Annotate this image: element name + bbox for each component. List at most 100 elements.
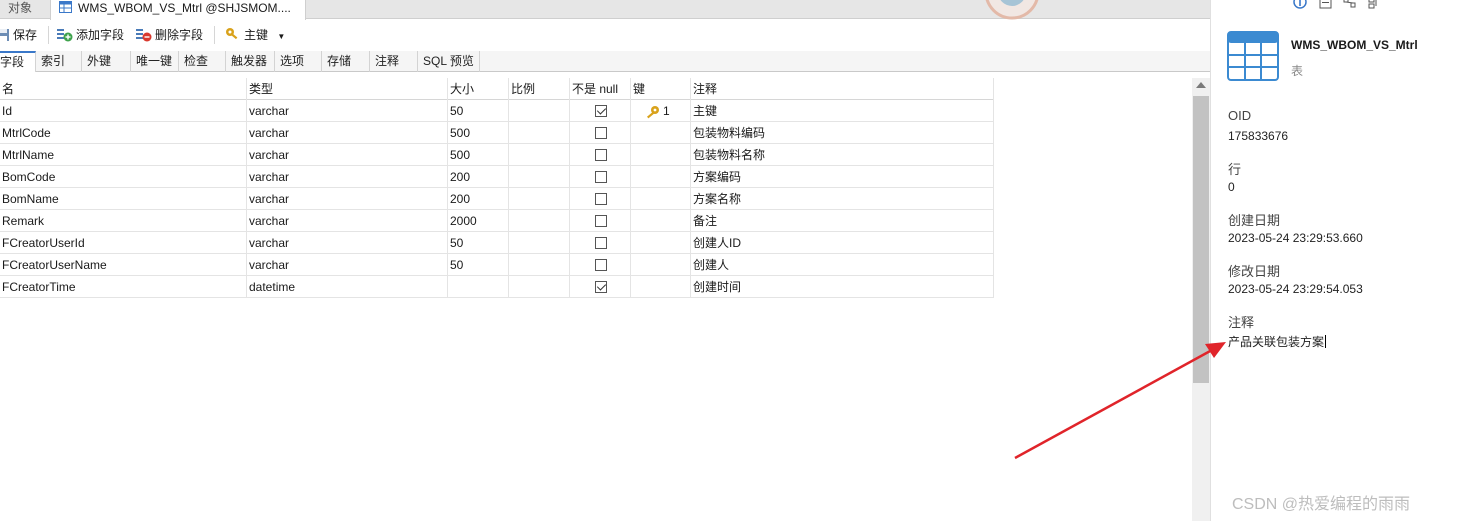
field-name-cell[interactable]: Id bbox=[0, 100, 247, 122]
not-null-cell[interactable] bbox=[570, 232, 631, 254]
field-type-cell[interactable]: varchar bbox=[247, 122, 448, 144]
add-field-button[interactable]: 添加字段 bbox=[56, 26, 124, 44]
field-size-cell[interactable]: 500 bbox=[448, 122, 509, 144]
table-row[interactable]: FCreatorTime datetime 创建时间 bbox=[0, 276, 994, 298]
field-comment-cell[interactable]: 创建人 bbox=[691, 254, 994, 276]
field-name-cell[interactable]: BomName bbox=[0, 188, 247, 210]
not-null-cell[interactable] bbox=[570, 166, 631, 188]
table-row[interactable]: BomName varchar 200 方案名称 bbox=[0, 188, 994, 210]
chevron-down-icon[interactable]: ▼ bbox=[277, 32, 285, 41]
header-scale[interactable]: 比例 bbox=[509, 78, 570, 100]
key-cell[interactable] bbox=[631, 188, 691, 210]
not-null-cell[interactable] bbox=[570, 276, 631, 298]
field-name-cell[interactable]: FCreatorUserId bbox=[0, 232, 247, 254]
field-type-cell[interactable]: varchar bbox=[247, 188, 448, 210]
save-button[interactable]: 保存 bbox=[0, 26, 37, 44]
not-null-checkbox[interactable] bbox=[595, 259, 607, 271]
vertical-scrollbar[interactable] bbox=[1192, 78, 1210, 521]
field-size-cell[interactable] bbox=[448, 276, 509, 298]
field-comment-cell[interactable]: 创建时间 bbox=[691, 276, 994, 298]
table-row[interactable]: Id varchar 50 1 主键 bbox=[0, 100, 994, 122]
scrollbar-thumb[interactable] bbox=[1193, 96, 1209, 383]
field-name-cell[interactable]: FCreatorTime bbox=[0, 276, 247, 298]
tab-options[interactable]: 选项 bbox=[275, 51, 322, 72]
field-type-cell[interactable]: varchar bbox=[247, 232, 448, 254]
field-scale-cell[interactable] bbox=[509, 254, 570, 276]
header-name[interactable]: 名 bbox=[0, 78, 247, 100]
tab-unique-keys[interactable]: 唯一键 bbox=[131, 51, 179, 72]
not-null-checkbox[interactable] bbox=[595, 171, 607, 183]
tab-fields[interactable]: 字段 bbox=[0, 51, 36, 72]
table-row[interactable]: BomCode varchar 200 方案编码 bbox=[0, 166, 994, 188]
field-scale-cell[interactable] bbox=[509, 232, 570, 254]
field-size-cell[interactable]: 500 bbox=[448, 144, 509, 166]
not-null-checkbox[interactable] bbox=[595, 215, 607, 227]
key-cell[interactable]: 1 bbox=[631, 100, 691, 122]
header-type[interactable]: 类型 bbox=[247, 78, 448, 100]
field-comment-cell[interactable]: 创建人ID bbox=[691, 232, 994, 254]
header-size[interactable]: 大小 bbox=[448, 78, 509, 100]
field-size-cell[interactable]: 2000 bbox=[448, 210, 509, 232]
not-null-cell[interactable] bbox=[570, 100, 631, 122]
not-null-checkbox[interactable] bbox=[595, 281, 607, 293]
not-null-checkbox[interactable] bbox=[595, 149, 607, 161]
tab-storage[interactable]: 存储 bbox=[322, 51, 370, 72]
field-size-cell[interactable]: 50 bbox=[448, 100, 509, 122]
field-scale-cell[interactable] bbox=[509, 100, 570, 122]
field-comment-cell[interactable]: 主键 bbox=[691, 100, 994, 122]
not-null-cell[interactable] bbox=[570, 210, 631, 232]
tab-foreign-keys[interactable]: 外键 bbox=[82, 51, 131, 72]
delete-field-button[interactable]: 删除字段 bbox=[135, 26, 203, 44]
field-type-cell[interactable]: datetime bbox=[247, 276, 448, 298]
field-comment-cell[interactable]: 备注 bbox=[691, 210, 994, 232]
field-comment-cell[interactable]: 包装物料编码 bbox=[691, 122, 994, 144]
header-not-null[interactable]: 不是 null bbox=[570, 78, 631, 100]
field-comment-cell[interactable]: 方案名称 bbox=[691, 188, 994, 210]
field-comment-cell[interactable]: 包装物料名称 bbox=[691, 144, 994, 166]
field-size-cell[interactable]: 200 bbox=[448, 166, 509, 188]
not-null-cell[interactable] bbox=[570, 144, 631, 166]
header-comment[interactable]: 注释 bbox=[691, 78, 994, 100]
tab-checks[interactable]: 检查 bbox=[179, 51, 226, 72]
field-size-cell[interactable]: 200 bbox=[448, 188, 509, 210]
info-icon[interactable] bbox=[1293, 0, 1307, 13]
field-scale-cell[interactable] bbox=[509, 188, 570, 210]
tab-triggers[interactable]: 触发器 bbox=[226, 51, 275, 72]
table-row[interactable]: FCreatorUserName varchar 50 创建人 bbox=[0, 254, 994, 276]
field-type-cell[interactable]: varchar bbox=[247, 210, 448, 232]
field-name-cell[interactable]: FCreatorUserName bbox=[0, 254, 247, 276]
field-name-cell[interactable]: MtrlName bbox=[0, 144, 247, 166]
key-cell[interactable] bbox=[631, 232, 691, 254]
field-name-cell[interactable]: Remark bbox=[0, 210, 247, 232]
not-null-checkbox[interactable] bbox=[595, 105, 607, 117]
field-size-cell[interactable]: 50 bbox=[448, 254, 509, 276]
field-comment-cell[interactable]: 方案编码 bbox=[691, 166, 994, 188]
key-cell[interactable] bbox=[631, 122, 691, 144]
table-row[interactable]: MtrlName varchar 500 包装物料名称 bbox=[0, 144, 994, 166]
field-type-cell[interactable]: varchar bbox=[247, 144, 448, 166]
scroll-up-arrow-icon[interactable] bbox=[1196, 82, 1206, 88]
not-null-cell[interactable] bbox=[570, 122, 631, 144]
field-type-cell[interactable]: varchar bbox=[247, 100, 448, 122]
key-cell[interactable] bbox=[631, 276, 691, 298]
key-cell[interactable] bbox=[631, 144, 691, 166]
key-cell[interactable] bbox=[631, 254, 691, 276]
field-scale-cell[interactable] bbox=[509, 144, 570, 166]
tab-table-designer[interactable]: WMS_WBOM_VS_Mtrl @SHJSMOM.... bbox=[50, 0, 306, 20]
tab-indexes[interactable]: 索引 bbox=[36, 51, 82, 72]
field-name-cell[interactable]: MtrlCode bbox=[0, 122, 247, 144]
tab-objects[interactable]: 对象 bbox=[0, 0, 50, 19]
tab-sql-preview[interactable]: SQL 预览 bbox=[418, 51, 480, 72]
primary-key-button[interactable]: 主键 ▼ bbox=[225, 26, 285, 44]
floating-assistant-icon[interactable] bbox=[982, 0, 1042, 22]
not-null-cell[interactable] bbox=[570, 254, 631, 276]
dependency-icon[interactable] bbox=[1367, 0, 1381, 13]
field-scale-cell[interactable] bbox=[509, 166, 570, 188]
table-row[interactable]: FCreatorUserId varchar 50 创建人ID bbox=[0, 232, 994, 254]
table-row[interactable]: Remark varchar 2000 备注 bbox=[0, 210, 994, 232]
tab-comment[interactable]: 注释 bbox=[370, 51, 418, 72]
key-cell[interactable] bbox=[631, 166, 691, 188]
comment-value-field[interactable]: 产品关联包装方案 bbox=[1228, 333, 1327, 350]
not-null-checkbox[interactable] bbox=[595, 193, 607, 205]
field-type-cell[interactable]: varchar bbox=[247, 254, 448, 276]
